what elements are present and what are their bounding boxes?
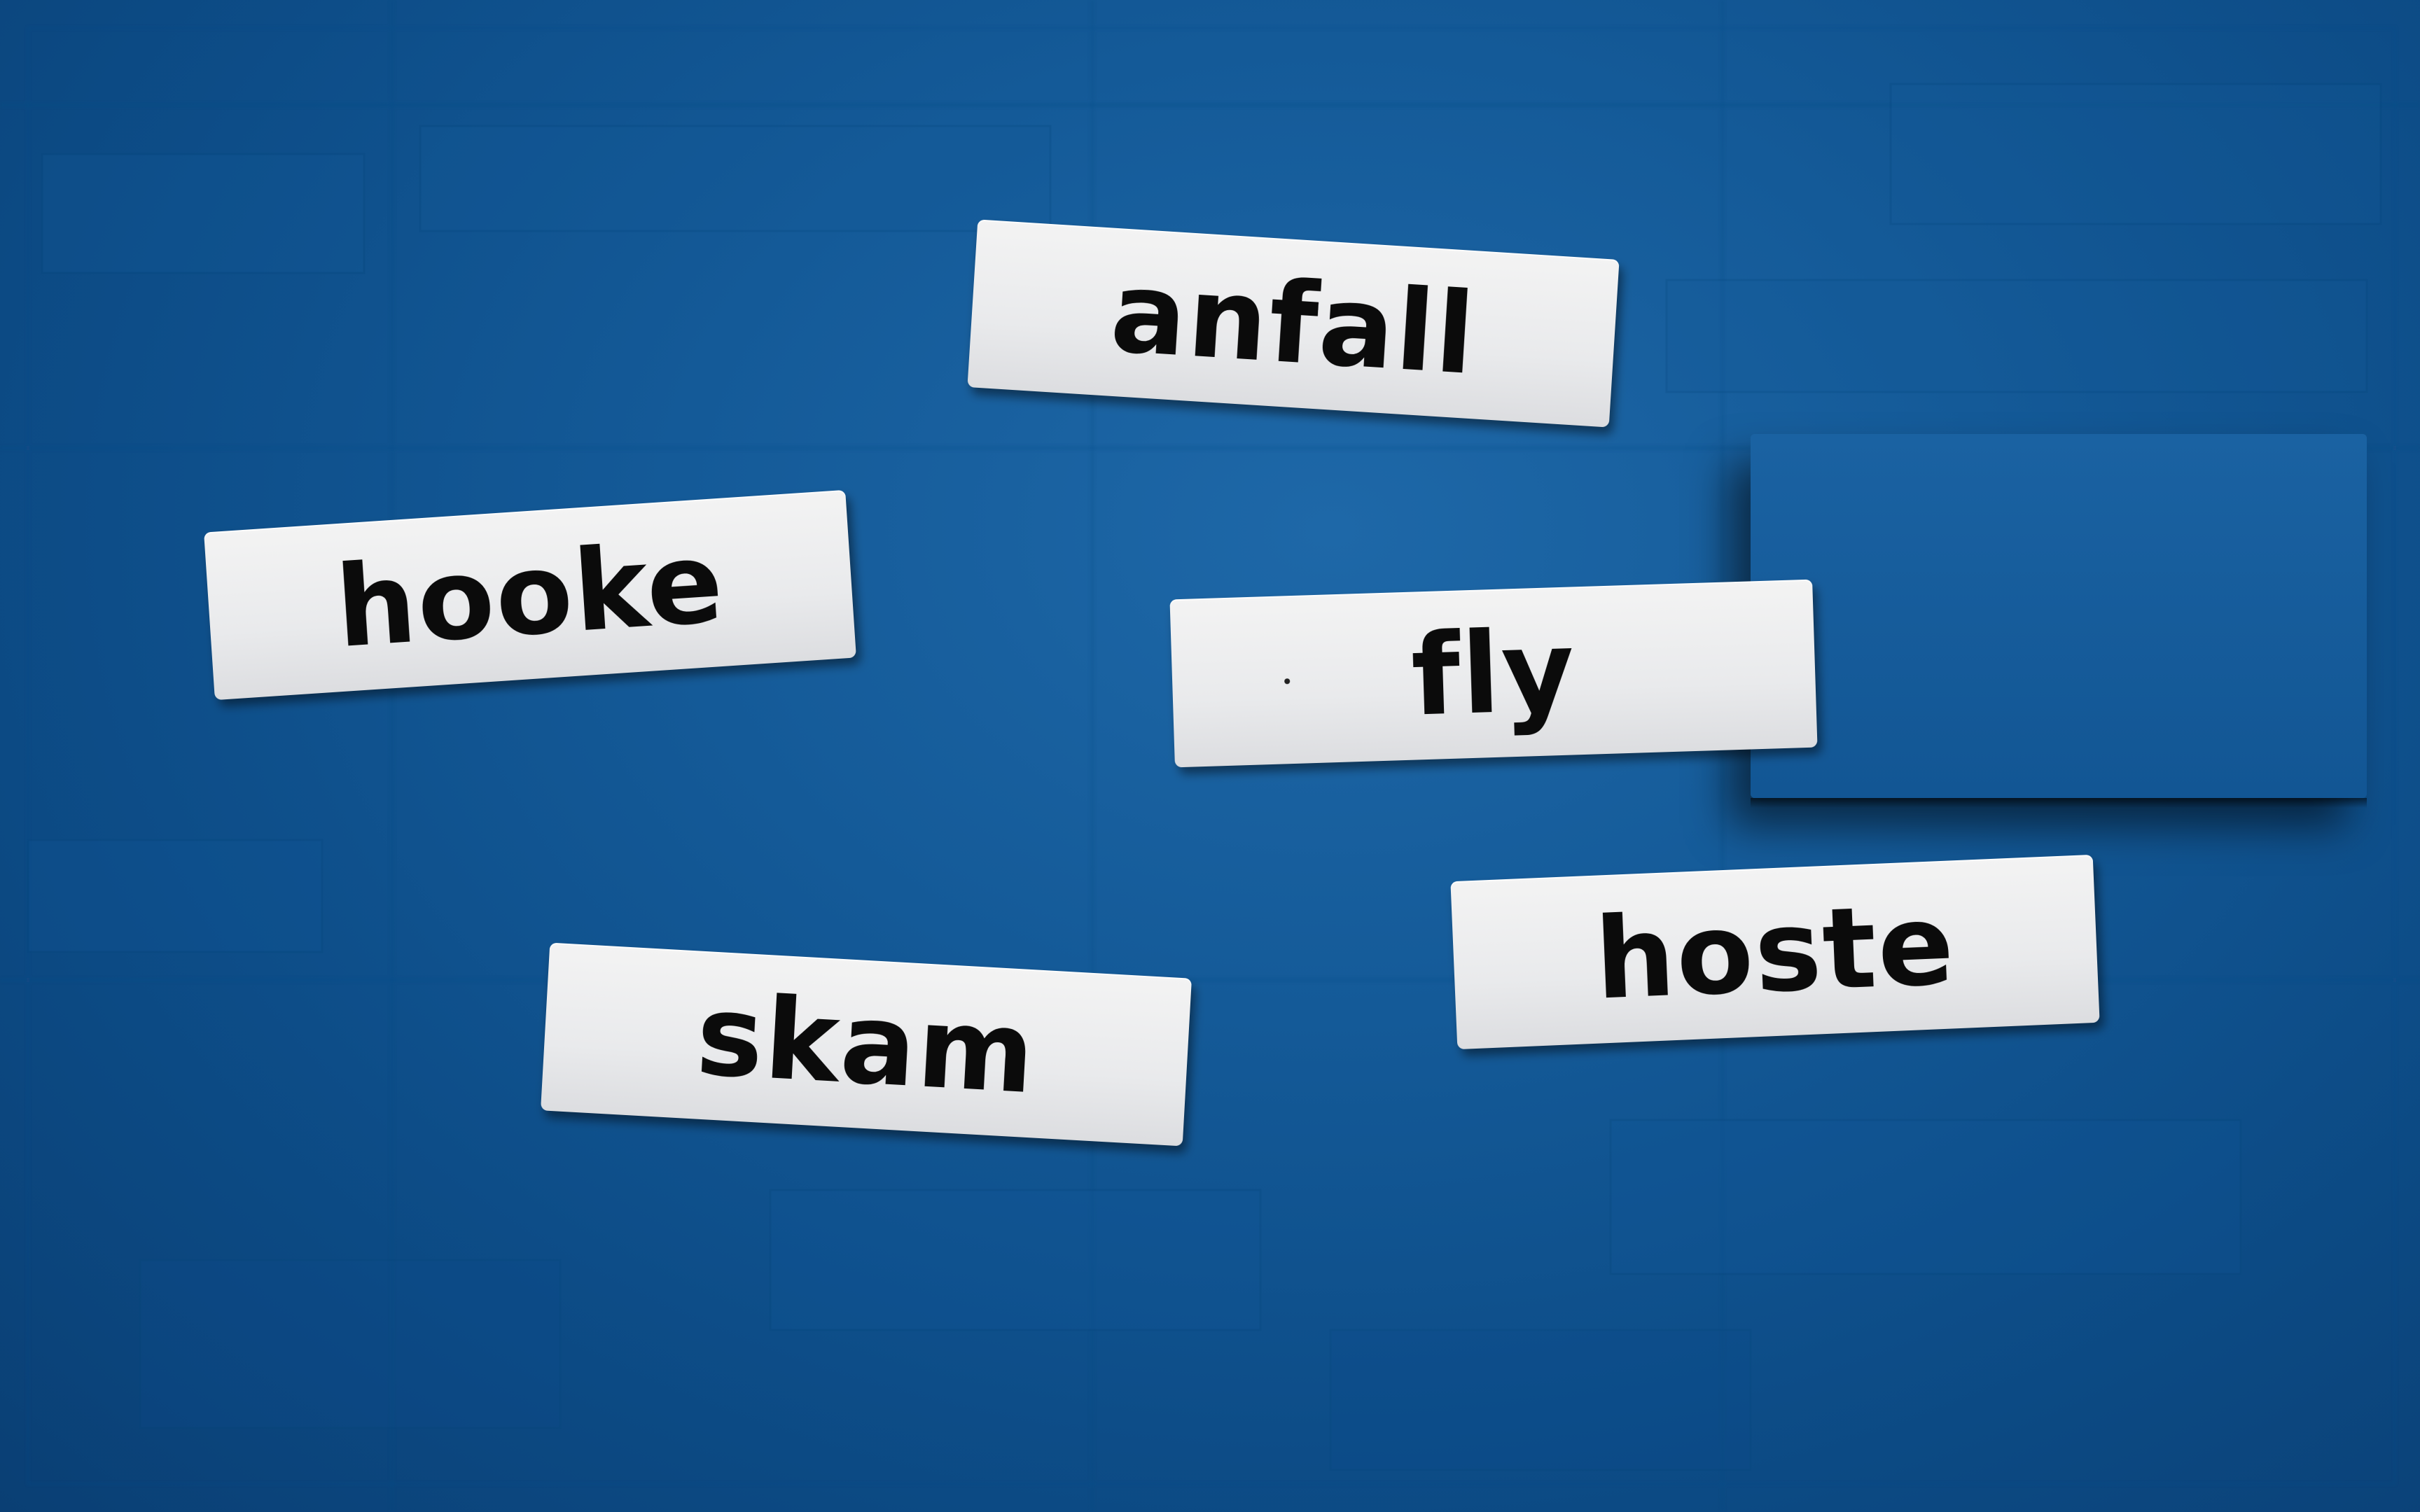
card-word: hoste [1592, 878, 1958, 1025]
card-word: fly [1409, 605, 1578, 741]
word-card-skam[interactable]: skam [541, 942, 1192, 1147]
card-word: hooke [332, 516, 728, 673]
card-word: anfall [1107, 246, 1480, 400]
raised-block [1751, 434, 2367, 808]
word-card-fly[interactable]: fly [1169, 579, 1818, 768]
scene: anfall hooke fly hoste skam [0, 0, 2420, 1512]
ink-dot [1284, 678, 1291, 685]
word-card-hoste[interactable]: hoste [1450, 854, 2100, 1050]
card-word: skam [693, 969, 1040, 1119]
